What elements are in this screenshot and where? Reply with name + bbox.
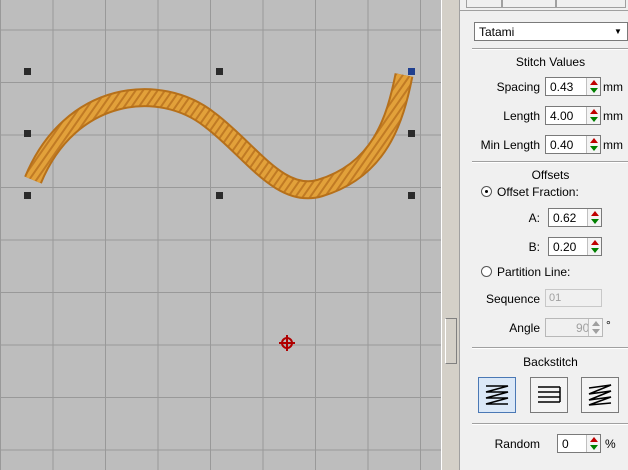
separator [472,423,628,425]
backstitch-style-3-button[interactable] [581,377,619,413]
handle-middle-right[interactable] [408,130,415,137]
fill-type-value: Tatami [479,25,515,39]
panel-collapse-handle[interactable] [445,318,457,364]
handle-top-left[interactable] [24,68,31,75]
offset-b-label: B: [528,240,540,254]
handle-bottom-left[interactable] [24,192,31,199]
partition-line-radio[interactable] [481,266,492,277]
parallel-lines-icon [538,386,561,403]
length-input[interactable]: 4.00 [545,106,601,125]
properties-panel: Fills Outlines Connectors Tatami ▼ Stitc… [459,0,628,470]
offset-b-input[interactable]: 0.20 [548,237,602,256]
canvas-drawing [24,68,415,351]
app-window: Fills Outlines Connectors Tatami ▼ Stitc… [0,0,628,470]
handle-bottom-middle[interactable] [216,192,223,199]
zigzag-dense-icon [485,385,509,405]
handle-top-right[interactable] [408,68,415,75]
length-spinner[interactable] [586,107,600,124]
handle-middle-left[interactable] [24,130,31,137]
chevron-down-icon[interactable]: ▼ [611,24,625,39]
min-length-label: Min Length [480,138,540,152]
random-input[interactable]: 0 [557,434,601,453]
backstitch-title: Backstitch [523,355,578,369]
length-label: Length [503,109,540,123]
min-length-spinner[interactable] [586,136,600,153]
sequence-label: Sequence [485,292,540,306]
offset-b-value: 0.20 [553,240,577,254]
tab-fills[interactable]: Fills [466,0,502,8]
rope-texture [26,73,412,198]
offset-fraction-label: Offset Fraction: [497,185,579,199]
spacing-label: Spacing [496,80,540,94]
angle-label: Angle [509,321,540,335]
backstitch-style-2-button[interactable] [530,377,568,413]
fill-type-select[interactable]: Tatami ▼ [474,22,628,41]
handle-top-middle[interactable] [216,68,223,75]
offset-a-label: A: [528,211,540,225]
offset-a-spinner[interactable] [587,209,601,226]
random-label: Random [494,437,540,451]
tab-strip-border [460,10,628,11]
crosshair-icon [279,335,295,351]
angle-unit: ° [606,318,611,332]
angle-input[interactable]: 90. [545,318,603,337]
random-unit: % [605,437,616,451]
offsets-title: Offsets [531,168,570,182]
offset-fraction-radio[interactable] [481,186,492,197]
spacing-spinner[interactable] [586,78,600,95]
backstitch-style-1-button[interactable] [478,377,516,413]
offset-b-spinner[interactable] [587,238,601,255]
tab-connectors[interactable]: Connectors [556,0,626,8]
sequence-input[interactable]: 01 [545,289,602,307]
spacing-value: 0.43 [550,80,574,94]
handle-bottom-right[interactable] [408,192,415,199]
separator [472,48,628,50]
separator [472,347,628,349]
length-unit: mm [603,109,623,123]
spacing-input[interactable]: 0.43 [545,77,601,96]
stitch-values-title: Stitch Values [515,55,586,69]
spacing-unit: mm [603,80,623,94]
zigzag-sparse-icon [588,384,612,406]
offset-a-input[interactable]: 0.62 [548,208,602,227]
tab-outlines[interactable]: Outlines [501,0,557,8]
partition-line-label: Partition Line: [497,265,571,279]
splitter[interactable] [441,0,459,470]
tab-strip: Fills Outlines Connectors [466,0,626,10]
design-canvas[interactable] [0,0,441,470]
min-length-value: 0.40 [550,138,574,152]
length-value: 4.00 [550,109,574,123]
min-length-input[interactable]: 0.40 [545,135,601,154]
random-value: 0 [562,437,569,451]
angle-spinner[interactable] [588,319,602,336]
separator [472,161,628,163]
offset-a-value: 0.62 [553,211,577,225]
random-spinner[interactable] [586,435,600,452]
min-length-unit: mm [603,138,623,152]
